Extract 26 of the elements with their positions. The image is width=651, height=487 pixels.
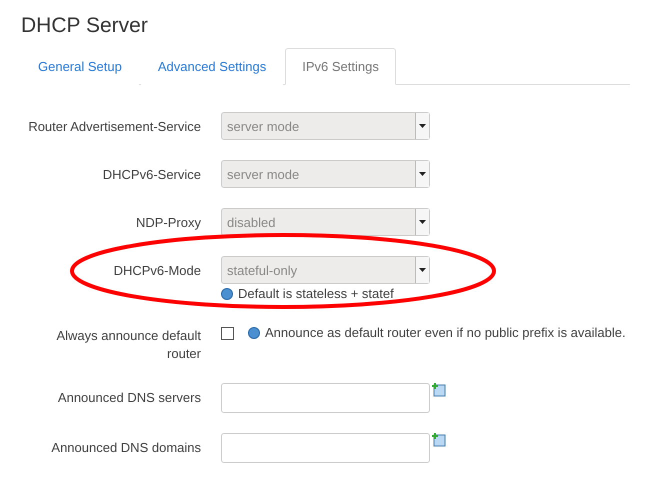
help-text: Default is stateless + statef [238,286,394,301]
dropdown[interactable]: server mode [221,112,430,140]
field-label: NDP-Proxy [134,214,201,232]
caret-icon [419,124,426,128]
help-icon [248,326,260,338]
dropdown[interactable]: server mode [221,160,430,188]
input-field[interactable] [221,383,430,413]
help-text: Announce as default router even if no public prefix is available. [265,325,626,340]
caret-icon [419,172,426,176]
dropdown[interactable]: disabled [221,208,430,236]
caret-icon [419,268,426,272]
field-label: Announced DNS servers [56,389,201,407]
caret-icon [419,220,426,224]
field-label: Announced DNS domains [50,439,201,457]
tab[interactable]: IPv6 Settings [285,48,396,85]
field-label: DHCPv6-Service [102,166,201,184]
add-icon[interactable] [432,383,446,397]
field-label: DHCPv6-Mode [112,262,201,280]
page-title: DHCP Server [21,14,149,38]
add-icon[interactable] [432,433,446,447]
help-icon [221,288,233,300]
field-label: Always announce default router [55,327,201,363]
checkbox[interactable] [221,327,234,340]
field-label: Router Advertisement-Service [27,118,201,136]
input-field[interactable] [221,433,430,463]
dropdown[interactable]: stateful-only [221,256,430,284]
